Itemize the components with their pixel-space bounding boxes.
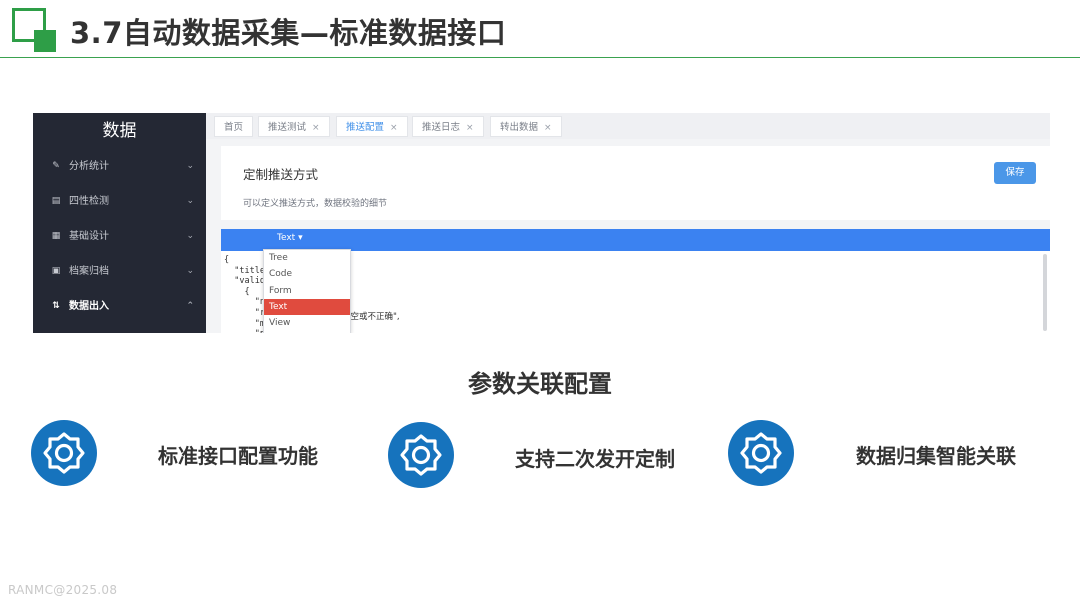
- sidebar-item-label: 基础设计: [69, 231, 109, 242]
- editor-toolbar: Text ▾: [221, 229, 1050, 251]
- app-main: 首页 推送测试 × 推送配置 × 推送日志 × 转出数据 × 定制推送方式 可以定义推送…: [206, 113, 1050, 333]
- mode-option-view[interactable]: View: [264, 315, 350, 331]
- close-icon[interactable]: ×: [466, 123, 474, 133]
- app-sidebar: 数据 ✎ 分析统计 ⌄ ▤ 四性检测 ⌄ ▦ 基础设计 ⌄ ▣ 档案归档 ⌄ ⇅ 数据出入…: [33, 113, 206, 333]
- sidebar-item-basic-design[interactable]: ▦ 基础设计 ⌄: [33, 219, 206, 254]
- feature-label-custom-development: 支持二次发开定制: [515, 447, 675, 471]
- document-icon: ▣: [51, 266, 61, 276]
- gear-icon: [728, 420, 794, 486]
- sidebar-item-label: 分析统计: [69, 161, 109, 172]
- sidebar-item-archive[interactable]: ▣ 档案归档 ⌄: [33, 254, 206, 289]
- transfer-icon: ⇅: [52, 301, 60, 311]
- gear-icon: [388, 422, 454, 488]
- chevron-up-icon: ⌃: [186, 301, 194, 311]
- header-divider: [0, 57, 1080, 58]
- grid-icon: ▦: [51, 231, 61, 241]
- app-brand-title: 数据: [102, 121, 137, 141]
- tab-push-config[interactable]: 推送配置 ×: [336, 116, 408, 137]
- feature-label-standard-interface: 标准接口配置功能: [158, 444, 318, 468]
- panel-title: 定制推送方式: [243, 167, 319, 182]
- app-screenshot: 数据 ✎ 分析统计 ⌄ ▤ 四性检测 ⌄ ▦ 基础设计 ⌄ ▣ 档案归档 ⌄ ⇅ 数据出入…: [33, 113, 1050, 333]
- config-panel: 定制推送方式 可以定义推送方式，数据校验的细节 保存: [221, 146, 1050, 220]
- json-editor[interactable]: Text ▾ { "title" "valid { "na "r "m "p }…: [221, 229, 1050, 333]
- tab-export-data[interactable]: 转出数据 ×: [490, 116, 562, 137]
- mode-select[interactable]: Text ▾: [277, 233, 303, 243]
- close-icon[interactable]: ×: [544, 123, 552, 133]
- chevron-down-icon: ⌄: [186, 161, 194, 171]
- logo-filled-square: [34, 30, 56, 52]
- close-icon[interactable]: ×: [390, 123, 398, 133]
- mode-option-text[interactable]: Text: [264, 298, 350, 316]
- panel-description: 可以定义推送方式，数据校验的细节: [243, 199, 388, 209]
- sidebar-item-four-checks[interactable]: ▤ 四性检测 ⌄: [33, 184, 206, 219]
- chevron-down-icon: ⌄: [186, 231, 194, 241]
- gear-icon: [31, 420, 97, 486]
- slide-title: 3.7自动数据采集—标准数据接口: [70, 16, 507, 50]
- editor-scrollbar[interactable]: [1043, 254, 1047, 331]
- chevron-down-icon: ⌄: [186, 196, 194, 206]
- close-icon[interactable]: ×: [312, 123, 320, 133]
- tab-bar: 首页 推送测试 × 推送配置 × 推送日志 × 转出数据 ×: [206, 113, 1050, 139]
- chevron-down-icon: ⌄: [186, 266, 194, 276]
- save-button[interactable]: 保存: [994, 162, 1036, 184]
- mode-option-code[interactable]: Code: [264, 266, 350, 282]
- mode-dropdown-menu: Tree Code Form Text View: [263, 249, 351, 333]
- tab-push-test[interactable]: 推送测试 ×: [258, 116, 330, 137]
- slide-logo-mark: [12, 8, 56, 52]
- sidebar-item-label: 四性检测: [69, 196, 109, 207]
- sidebar-item-label: 档案归档: [69, 266, 109, 277]
- section-heading: 参数关联配置: [468, 370, 612, 398]
- mode-option-tree[interactable]: Tree: [264, 250, 350, 266]
- calendar-icon: ▤: [51, 196, 61, 206]
- footer-watermark: RANMC@2025.08: [8, 583, 118, 597]
- sidebar-item-label: 数据出入: [69, 301, 109, 312]
- sidebar-item-data-io[interactable]: ⇅ 数据出入 ⌃: [33, 289, 206, 324]
- tab-home[interactable]: 首页: [214, 116, 254, 137]
- sidebar-item-analysis[interactable]: ✎ 分析统计 ⌄: [33, 149, 206, 184]
- mode-option-form[interactable]: Form: [264, 283, 350, 299]
- edit-icon: ✎: [52, 161, 60, 171]
- feature-label-smart-association: 数据归集智能关联: [856, 444, 1016, 468]
- tab-push-log[interactable]: 推送日志 ×: [412, 116, 484, 137]
